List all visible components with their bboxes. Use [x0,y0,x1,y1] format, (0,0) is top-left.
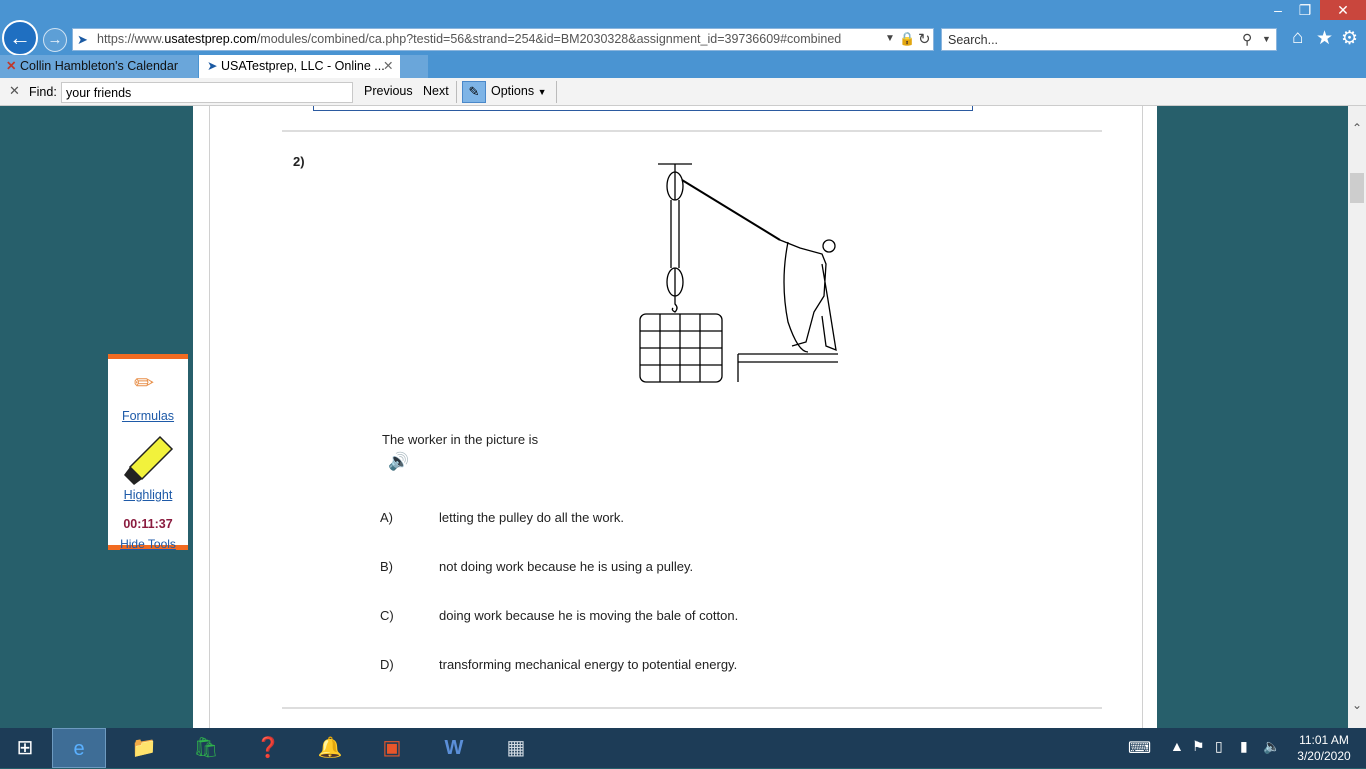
forward-button[interactable]: → [43,28,67,52]
find-divider [556,81,557,103]
bell-app-icon[interactable]: 🔔 [300,728,360,768]
windows-start-icon[interactable]: ⊞ [0,728,50,768]
address-bar[interactable]: ➤ https://www.usatestprep.com/modules/co… [72,28,934,51]
url-text: https://www.usatestprep.com/modules/comb… [97,32,842,46]
back-button[interactable]: ← [2,20,38,56]
question-number: 2) [293,154,305,169]
file-explorer-icon[interactable]: 📁 [114,728,174,768]
new-tab-button[interactable] [400,55,428,78]
browser-toolbar: ← → ➤ https://www.usatestprep.com/module… [0,0,1366,56]
tab-label: USATestprep, LLC - Online ... [220,59,385,73]
page-content: 2) The worker in the picture is 🔊 A) let… [193,106,1157,728]
option-b-text[interactable]: not doing work because he is using a pul… [439,559,693,574]
pulley-worker-illustration [639,163,838,383]
formulas-link[interactable]: Formulas [108,409,188,423]
keyboard-icon[interactable]: ⌨ [1128,738,1151,758]
search-input[interactable]: Search... ⚲ ▼ [941,28,1277,51]
refresh-icon[interactable]: ↻ [918,30,931,48]
option-a-label[interactable]: A) [380,510,393,525]
find-close-icon[interactable]: ✕ [9,83,20,99]
find-previous-button[interactable]: Previous [364,84,413,98]
find-input[interactable]: your friends [61,82,353,103]
office-icon[interactable]: ▣ [362,728,422,768]
word-icon[interactable]: W [424,728,484,768]
option-c-label[interactable]: C) [380,608,394,623]
find-bar: ✕ Find: your friends Previous Next ✎ Opt… [0,78,1366,106]
address-dropdown-icon[interactable]: ▼ [885,33,895,44]
option-b-label[interactable]: B) [380,559,393,574]
page-scrollbar[interactable]: ⌃ ⌄ [1348,106,1366,728]
calculator-icon[interactable]: ▦ [486,728,546,768]
scroll-down-icon[interactable]: ⌄ [1352,698,1362,712]
find-divider [456,81,457,103]
store-icon[interactable]: 🛍 [176,728,236,768]
favorites-star-icon[interactable]: ★ [1316,27,1333,50]
tab-bar: ✕ Collin Hambleton's Calendar ➤ USATestp… [0,55,1366,78]
minimize-button[interactable]: – [1263,0,1293,20]
search-icon[interactable]: ⚲ [1242,31,1252,48]
taskbar-clock[interactable]: 11:01 AM 3/20/2020 [1292,732,1356,764]
device-icon[interactable]: ▯ [1215,738,1223,755]
volume-icon[interactable]: 🔈 [1263,738,1280,755]
lock-icon[interactable]: 🔒 [899,31,915,47]
tab-label: Collin Hambleton's Calendar [19,59,178,73]
tab-calendar[interactable]: ✕ Collin Hambleton's Calendar [0,55,198,78]
highlight-matches-button[interactable]: ✎ [462,81,486,103]
divider [282,707,1102,709]
divider [282,130,1102,132]
timer: 00:11:37 [123,517,173,531]
action-center-flag-icon[interactable]: ⚑ [1192,738,1205,755]
close-window-button[interactable]: ✕ [1320,0,1366,20]
question-prompt: The worker in the picture is [382,432,539,447]
find-next-button[interactable]: Next [423,84,449,98]
pencil-icon: ✎ [468,84,480,99]
home-icon[interactable]: ⌂ [1292,27,1303,49]
clock-time: 11:01 AM [1299,733,1349,747]
option-d-label[interactable]: D) [380,657,394,672]
clock-date: 3/20/2020 [1297,749,1351,763]
scroll-up-icon[interactable]: ⌃ [1352,121,1362,135]
find-label: Find: [29,85,57,99]
search-dropdown-icon[interactable]: ▼ [1262,34,1271,44]
internet-explorer-icon[interactable]: e [52,728,106,768]
find-options-button[interactable]: Options ▼ [491,84,547,98]
network-signal-icon[interactable]: ▮ [1240,738,1248,755]
formulas-pencil-icon[interactable]: ✏ [134,369,154,398]
option-d-text[interactable]: transforming mechanical energy to potent… [439,657,737,672]
search-placeholder: Search... [948,33,999,47]
read-aloud-speaker-icon[interactable]: 🔊 [388,452,409,472]
option-a-text[interactable]: letting the pulley do all the work. [439,510,624,525]
scroll-thumb[interactable] [1350,173,1364,203]
option-c-text[interactable]: doing work because he is moving the bale… [439,608,738,623]
tab-favicon-icon: ✕ [6,59,17,73]
help-icon[interactable]: ❓ [238,728,298,768]
taskbar: ⊞ e 📁 🛍 ❓ 🔔 ▣ W ▦ ⌨ ▲ ⚑ ▯ ▮ 🔈 11:01 AM 3… [0,728,1366,768]
question-container: 2) The worker in the picture is 🔊 A) let… [209,106,1143,728]
show-hidden-icons-icon[interactable]: ▲ [1170,738,1184,754]
restore-button[interactable]: ❐ [1290,0,1320,20]
settings-gear-icon[interactable]: ⚙ [1341,27,1358,50]
highlight-link[interactable]: Highlight [108,488,188,502]
tab-close-icon[interactable]: ✕ [383,55,393,78]
site-favicon-icon: ➤ [77,32,88,47]
highlighter-icon[interactable] [122,435,174,487]
hide-tools-link[interactable]: Hide Tools [108,537,188,551]
previous-question-box [313,106,973,111]
tools-panel: ✏ Formulas Highlight 00:11:37 Hide Tools [108,354,188,551]
tab-usatestprep[interactable]: ➤ USATestprep, LLC - Online ... ✕ [199,55,400,78]
tab-favicon-icon: ➤ [207,59,218,73]
